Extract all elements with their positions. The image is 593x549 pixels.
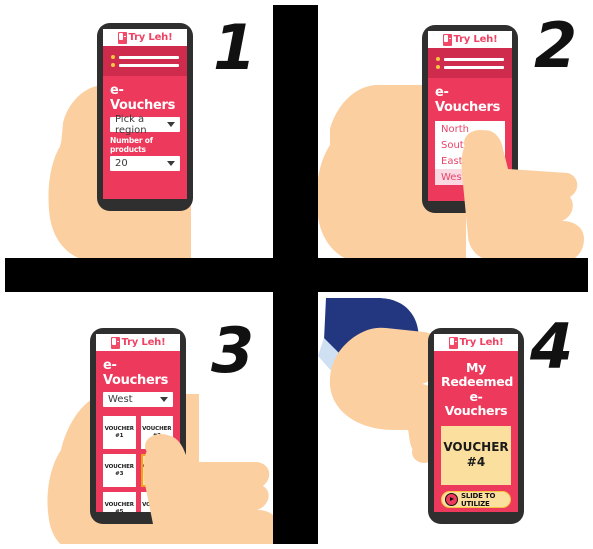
region-select[interactable]: Pick a region bbox=[110, 114, 180, 136]
app-logo-bar: Try Leh! bbox=[96, 334, 180, 351]
phone-device: Try Leh! My Redeemed e-Vouchers VOUCHER … bbox=[428, 328, 524, 524]
phone-screen: Try Leh! My Redeemed e-Vouchers VOUCHER … bbox=[434, 334, 518, 512]
redeemed-voucher-line1: VOUCHER bbox=[443, 440, 509, 455]
voucher-card-line1: VOUCHER bbox=[104, 425, 134, 432]
menu-row bbox=[111, 55, 179, 59]
page-margin-bottom bbox=[0, 544, 593, 549]
page-margin-left bbox=[0, 0, 5, 549]
bullet-dot-icon bbox=[111, 63, 115, 67]
region-select-value: Pick a region bbox=[115, 113, 147, 136]
menu-row bbox=[111, 63, 179, 67]
step-number: 2 bbox=[534, 9, 578, 82]
menu-strip bbox=[103, 46, 187, 76]
vending-machine-icon bbox=[110, 336, 120, 349]
menu-strip bbox=[428, 48, 512, 78]
storyboard: Try Leh! e-Vouchers Pick a region Number… bbox=[0, 0, 593, 549]
chevron-down-icon bbox=[160, 397, 168, 402]
page-title: My Redeemed e-Vouchers bbox=[441, 360, 514, 419]
screen-body: e-Vouchers Pick a region Number of produ… bbox=[103, 76, 187, 199]
pointing-finger bbox=[131, 432, 273, 544]
vending-machine-icon bbox=[117, 31, 127, 44]
page-title-line2: e-Vouchers bbox=[444, 388, 508, 419]
play-circle-icon[interactable] bbox=[445, 493, 458, 506]
menu-placeholder-line bbox=[444, 65, 504, 69]
page-margin-right bbox=[588, 0, 593, 549]
vending-machine-icon bbox=[442, 33, 452, 46]
voucher-card-line1: VOUCHER bbox=[104, 463, 134, 470]
menu-placeholder-line bbox=[119, 63, 179, 67]
phone-screen: Try Leh! e-Vouchers Pick a region Number… bbox=[103, 29, 187, 199]
step-number: 4 bbox=[530, 310, 574, 383]
slide-to-utilize-button[interactable]: SLIDE TO UTILIZE bbox=[441, 491, 511, 508]
page-title-line1: My Redeemed bbox=[441, 360, 514, 390]
bullet-dot-icon bbox=[436, 65, 440, 69]
panel-step-2: Try Leh! e-Vouchers North South East Wes… bbox=[318, 5, 588, 258]
app-logo-text: Try Leh! bbox=[453, 34, 498, 45]
pointing-finger bbox=[446, 125, 586, 258]
app-logo-text: Try Leh! bbox=[128, 32, 173, 43]
panel-step-4: Try Leh! My Redeemed e-Vouchers VOUCHER … bbox=[318, 292, 588, 544]
voucher-card-line2: #3 bbox=[115, 470, 124, 477]
menu-placeholder-line bbox=[119, 55, 179, 59]
products-select[interactable]: 20 bbox=[110, 156, 180, 171]
app-logo-bar: Try Leh! bbox=[103, 29, 187, 46]
vending-machine-icon bbox=[448, 336, 458, 349]
voucher-card-line2: #1 bbox=[115, 432, 124, 439]
app-logo-text: Try Leh! bbox=[121, 337, 166, 348]
products-label: Number of products bbox=[110, 136, 153, 154]
redeemed-voucher-card[interactable]: VOUCHER #4 bbox=[441, 425, 511, 485]
bullet-dot-icon bbox=[111, 55, 115, 59]
menu-row bbox=[436, 65, 504, 69]
phone-device: Try Leh! e-Vouchers Pick a region Number… bbox=[97, 23, 193, 211]
screen-body: My Redeemed e-Vouchers VOUCHER #4 SLIDE … bbox=[434, 351, 518, 512]
slide-to-utilize-label: SLIDE TO UTILIZE bbox=[461, 491, 496, 508]
panel-step-3: Try Leh! e-Vouchers West VOUCHER #1 VOUC… bbox=[5, 292, 273, 544]
app-logo-bar: Try Leh! bbox=[428, 31, 512, 48]
menu-row bbox=[436, 57, 504, 61]
app-logo-text: Try Leh! bbox=[459, 337, 504, 348]
panel-step-1: Try Leh! e-Vouchers Pick a region Number… bbox=[5, 5, 273, 258]
region-select-value: West bbox=[108, 394, 133, 405]
page-title: e-Vouchers bbox=[110, 83, 176, 113]
step-number: 1 bbox=[213, 11, 257, 84]
page-margin-top bbox=[0, 0, 593, 5]
bullet-dot-icon bbox=[436, 57, 440, 61]
page-title: e-Vouchers bbox=[103, 358, 169, 388]
redeemed-voucher-line2: #4 bbox=[466, 455, 486, 470]
step-number: 3 bbox=[211, 314, 255, 387]
region-select[interactable]: West bbox=[103, 392, 173, 407]
chevron-down-icon bbox=[167, 161, 175, 166]
voucher-card-line1: VOUCHER bbox=[104, 501, 134, 508]
chevron-down-icon bbox=[167, 122, 175, 127]
products-select-value: 20 bbox=[115, 158, 128, 169]
page-title: e-Vouchers bbox=[435, 85, 501, 115]
menu-placeholder-line bbox=[444, 57, 504, 61]
app-logo-bar: Try Leh! bbox=[434, 334, 518, 351]
voucher-card-line2: #5 bbox=[115, 508, 124, 513]
